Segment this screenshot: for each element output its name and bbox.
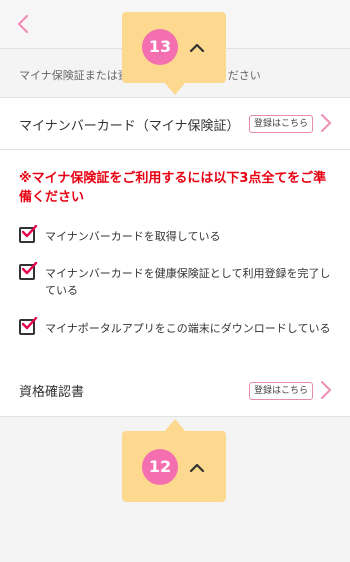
checkbox-checked — [19, 262, 38, 280]
option-card: マイナンバーカード（マイナ保険証） 登録はこちら ※マイナ保険証をご利用するには… — [0, 97, 350, 365]
callout-bubble-top: 13 — [122, 12, 226, 83]
chevron-up-icon — [189, 43, 205, 52]
chevron-right-icon — [321, 114, 331, 132]
callout-pointer — [164, 419, 186, 432]
requirement-warning: ※マイナ保険証をご利用するには以下3点全てをご準備ください — [19, 171, 327, 205]
certificate-row[interactable]: 資格確認書 登録はこちら — [0, 364, 350, 417]
check-icon — [22, 317, 38, 330]
register-badge[interactable]: 登録はこちら — [249, 115, 314, 133]
check-icon — [22, 262, 38, 275]
callout-pointer — [164, 82, 186, 95]
checkbox-checked — [19, 225, 38, 243]
callout-bubble-bottom: 12 — [122, 431, 226, 502]
checklist-item-text: マイナンバーカードを取得している — [45, 230, 221, 243]
chevron-right-icon — [321, 381, 331, 399]
mynacard-row[interactable]: マイナンバーカード（マイナ保険証） 登録はこちら — [0, 98, 350, 150]
chevron-up-icon — [189, 463, 205, 472]
chevron-left-icon[interactable] — [14, 14, 34, 34]
check-icon — [22, 225, 38, 238]
mynacard-row-title: マイナンバーカード（マイナ保険証） — [19, 119, 240, 134]
callout-number: 12 — [142, 449, 178, 485]
checkbox-checked — [19, 317, 38, 335]
checklist-item-text: マイナポータルアプリをこの端末にダウンロードしている — [45, 322, 331, 335]
register-badge[interactable]: 登録はこちら — [249, 382, 314, 400]
callout-number: 13 — [142, 29, 178, 65]
checklist-item-text: マイナンバーカードを健康保険証として利用登録を完了している — [45, 267, 331, 297]
certificate-row-title: 資格確認書 — [19, 385, 85, 400]
